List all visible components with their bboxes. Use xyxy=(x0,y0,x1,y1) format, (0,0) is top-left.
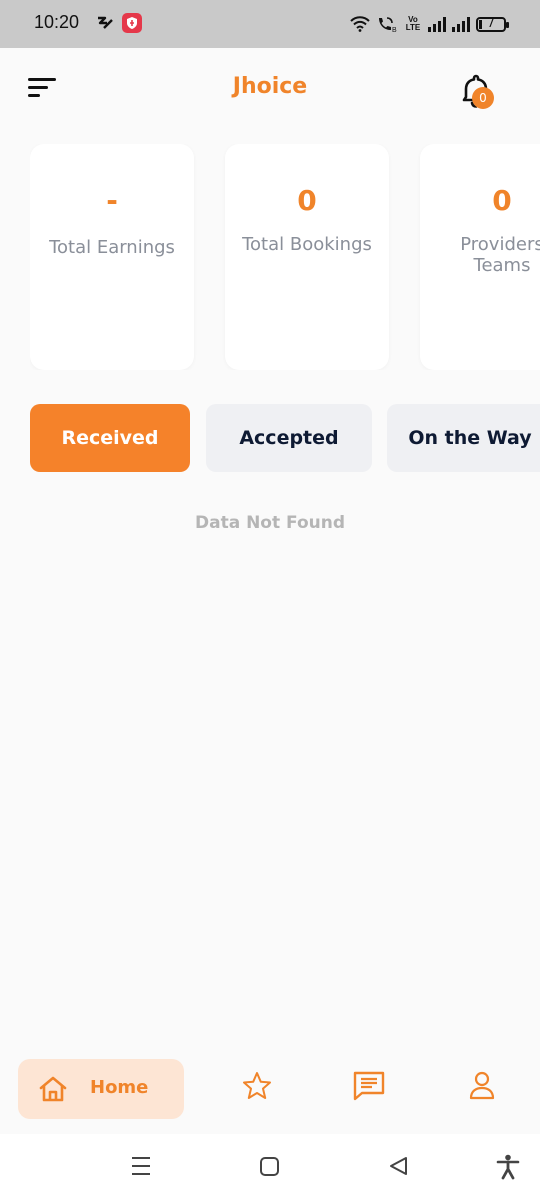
star-icon[interactable] xyxy=(241,1070,273,1102)
stat-card-providers[interactable]: 0 Providers Teams xyxy=(420,144,540,370)
stat-value: 0 xyxy=(492,184,512,217)
app-notification-icon xyxy=(98,16,113,29)
tab-received[interactable]: Received xyxy=(30,404,190,472)
stat-label: Providers Teams xyxy=(460,234,540,276)
system-navigation-bar xyxy=(0,1134,540,1200)
svg-text:B: B xyxy=(392,27,397,33)
shield-app-icon xyxy=(122,13,142,33)
nav-home-label: Home xyxy=(90,1077,149,1098)
stat-value: - xyxy=(106,184,118,217)
stats-carousel[interactable]: - Total Earnings 0 Total Bookings 0 Prov… xyxy=(30,144,540,370)
bottom-navigation: Home xyxy=(0,1050,540,1130)
home-icon xyxy=(39,1076,67,1102)
wifi-icon xyxy=(350,16,370,32)
booking-status-tabs[interactable]: Received Accepted On the Way xyxy=(30,404,540,472)
signal-bars-1 xyxy=(428,16,446,32)
stat-value: 0 xyxy=(297,184,317,217)
battery-level: 7 xyxy=(487,15,495,30)
volte-label: Vo LTE xyxy=(405,15,421,32)
stat-card-bookings[interactable]: 0 Total Bookings xyxy=(225,144,389,370)
notification-badge: 0 xyxy=(472,87,494,109)
status-time: 10:20 xyxy=(34,12,80,32)
signal-bars-2 xyxy=(452,16,470,32)
recent-apps-icon[interactable] xyxy=(130,1154,152,1178)
back-icon[interactable] xyxy=(387,1154,409,1178)
battery-icon: 7 xyxy=(476,15,509,32)
empty-state-message: Data Not Found xyxy=(194,513,346,533)
call-wifi-icon: B xyxy=(379,17,397,33)
stat-card-earnings[interactable]: - Total Earnings xyxy=(30,144,194,370)
tab-on-the-way[interactable]: On the Way xyxy=(387,404,540,472)
status-bar: 10:20 B Vo LTE 7 xyxy=(0,0,540,48)
stat-label: Total Bookings xyxy=(242,234,372,255)
nav-home-button[interactable]: Home xyxy=(18,1059,184,1119)
tab-accepted[interactable]: Accepted xyxy=(206,404,372,472)
profile-icon[interactable] xyxy=(467,1070,497,1102)
accessibility-icon[interactable] xyxy=(496,1154,520,1180)
stat-label: Total Earnings xyxy=(49,237,175,258)
chat-icon[interactable] xyxy=(353,1070,385,1102)
status-indicators: B Vo LTE 7 xyxy=(350,13,509,35)
home-square-icon[interactable] xyxy=(259,1154,281,1178)
